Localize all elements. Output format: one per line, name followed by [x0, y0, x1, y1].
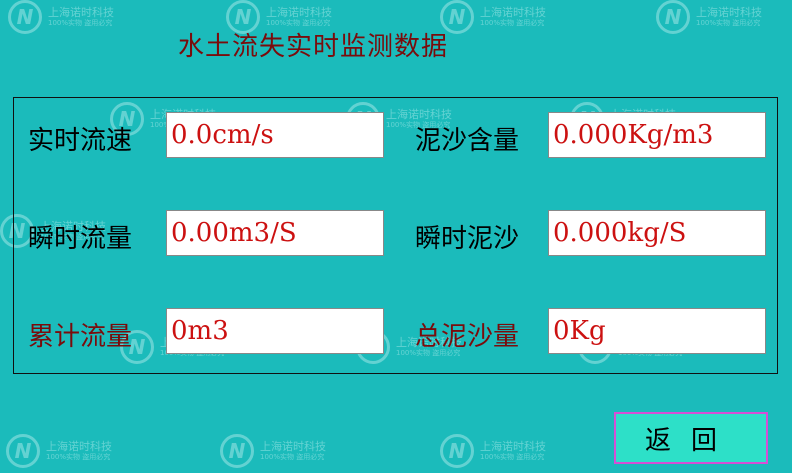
- instant-sediment-label: 瞬时泥沙: [415, 224, 520, 254]
- watermark-line2: 100%实物 盗用必究: [260, 453, 325, 462]
- realtime-velocity-label: 实时流速: [28, 126, 133, 156]
- watermark: N 上海诺时科技100%实物 盗用必究: [8, 0, 114, 34]
- sediment-content-label: 泥沙含量: [415, 126, 520, 156]
- watermark-logo-icon: N: [6, 434, 40, 468]
- watermark: N 上海诺时科技100%实物 盗用必究: [6, 434, 112, 468]
- watermark-line1: 上海诺时科技: [266, 6, 332, 20]
- watermark-line2: 100%实物 盗用必究: [696, 19, 761, 28]
- watermark-line1: 上海诺时科技: [260, 440, 326, 454]
- instant-flow-label: 瞬时流量: [28, 224, 133, 254]
- watermark-line1: 上海诺时科技: [480, 6, 546, 20]
- realtime-velocity-value: 0.0cm/s: [166, 112, 384, 158]
- watermark-line1: 上海诺时科技: [48, 6, 114, 20]
- watermark: N 上海诺时科技100%实物 盗用必究: [656, 0, 762, 34]
- watermark: N 上海诺时科技100%实物 盗用必究: [440, 0, 546, 34]
- total-sediment-label: 总泥沙量: [415, 322, 520, 352]
- watermark-line2: 100%实物 盗用必究: [480, 19, 545, 28]
- watermark-logo-icon: N: [8, 0, 42, 34]
- total-sediment-value: 0Kg: [548, 308, 766, 354]
- page-title: 水土流失实时监测数据: [178, 32, 449, 62]
- cumulative-flow-label: 累计流量: [28, 322, 133, 352]
- instant-sediment-value: 0.000kg/S: [548, 210, 766, 256]
- watermark-line2: 100%实物 盗用必究: [480, 453, 545, 462]
- watermark-line1: 上海诺时科技: [480, 440, 546, 454]
- watermark-line2: 100%实物 盗用必究: [46, 453, 111, 462]
- cumulative-flow-value: 0m3: [166, 308, 384, 354]
- watermark: N 上海诺时科技100%实物 盗用必究: [220, 434, 326, 468]
- watermark: N 上海诺时科技100%实物 盗用必究: [440, 434, 546, 468]
- watermark-logo-icon: N: [656, 0, 690, 34]
- instant-flow-value: 0.00m3/S: [166, 210, 384, 256]
- watermark-line1: 上海诺时科技: [46, 440, 112, 454]
- watermark-logo-icon: N: [440, 434, 474, 468]
- back-button[interactable]: 返回: [614, 412, 768, 464]
- sediment-content-value: 0.000Kg/m3: [548, 112, 766, 158]
- watermark-line2: 100%实物 盗用必究: [48, 19, 113, 28]
- watermark-logo-icon: N: [220, 434, 254, 468]
- watermark-line1: 上海诺时科技: [696, 6, 762, 20]
